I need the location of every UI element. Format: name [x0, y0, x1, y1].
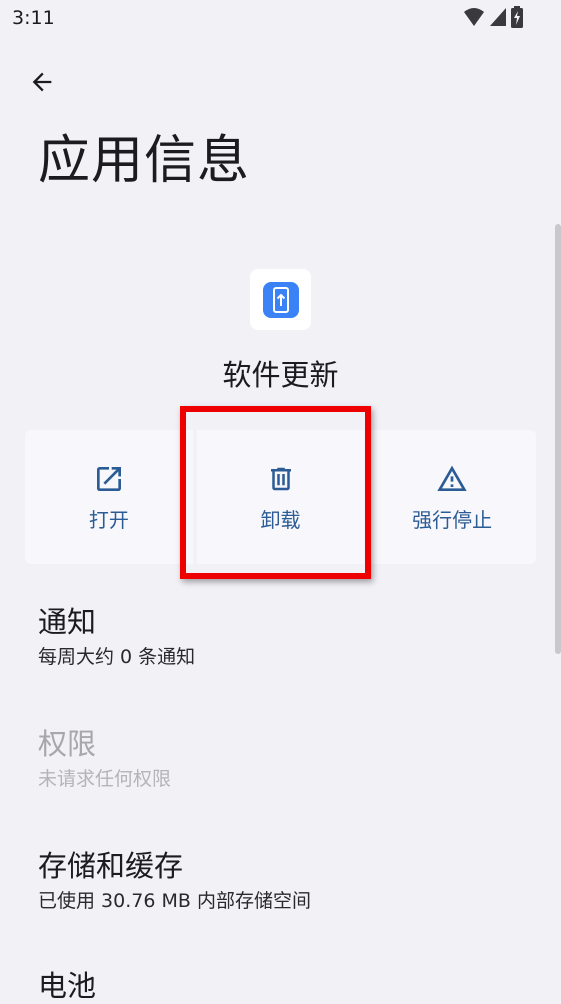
open-button[interactable]: 打开 — [25, 430, 193, 564]
app-icon — [250, 269, 311, 330]
setting-subtitle: 未请求任何权限 — [38, 768, 172, 790]
setting-title: 通知 — [38, 605, 97, 639]
trash-icon — [270, 467, 291, 490]
setting-title: 权限 — [38, 727, 97, 761]
battery-icon — [511, 6, 523, 28]
status-time: 3:11 — [12, 7, 55, 29]
action-bar: 打开 卸载 强行停止 — [25, 430, 537, 564]
setting-storage[interactable]: 存储和缓存 已使用 30.76 MB 内部存储空间 — [38, 848, 538, 914]
setting-subtitle: 已使用 30.76 MB 内部存储空间 — [38, 890, 311, 912]
setting-notifications[interactable]: 通知 每周大约 0 条通知 — [38, 604, 538, 670]
setting-permissions: 权限 未请求任何权限 — [38, 726, 538, 792]
arrow-left-icon — [32, 72, 52, 92]
phone-update-icon — [262, 281, 299, 318]
uninstall-label: 卸载 — [260, 507, 301, 532]
setting-title: 存储和缓存 — [38, 849, 184, 883]
open-external-icon — [96, 466, 121, 491]
back-button[interactable] — [22, 62, 62, 102]
force-stop-label: 强行停止 — [412, 507, 493, 532]
force-stop-button[interactable]: 强行停止 — [368, 430, 537, 564]
warning-icon — [437, 465, 467, 491]
status-bar: 3:11 — [0, 0, 561, 38]
app-name: 软件更新 — [222, 358, 339, 392]
setting-subtitle: 每周大约 0 条通知 — [38, 646, 196, 668]
status-icons — [463, 6, 523, 28]
uninstall-button[interactable]: 卸载 — [196, 430, 365, 564]
scrollbar[interactable] — [555, 224, 561, 654]
page-title: 应用信息 — [38, 131, 251, 191]
open-label: 打开 — [88, 507, 129, 532]
signal-icon — [490, 8, 506, 26]
wifi-icon — [464, 8, 484, 26]
